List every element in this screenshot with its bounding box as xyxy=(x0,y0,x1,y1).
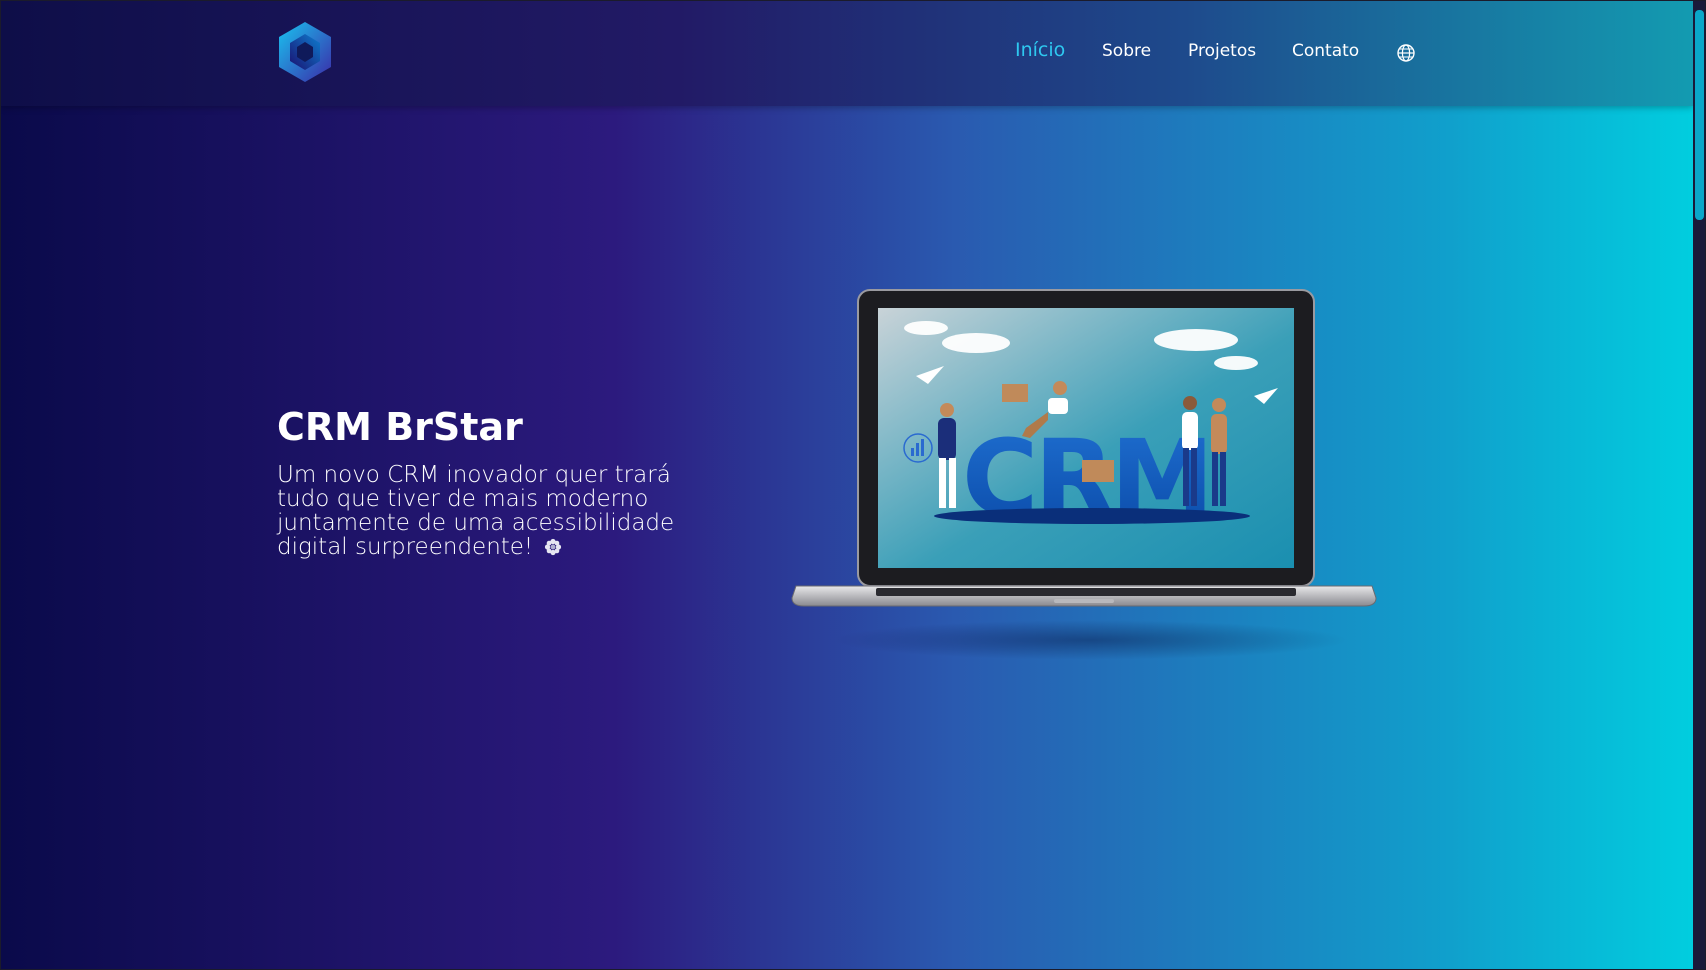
nav-item-sobre[interactable]: Sobre xyxy=(1102,41,1151,61)
globe-icon[interactable] xyxy=(1396,43,1416,63)
nav-item-projetos[interactable]: Projetos xyxy=(1188,41,1256,61)
laptop-illustration: CRM xyxy=(791,289,1377,607)
hero-description-line-4: digital surpreendente! xyxy=(277,534,534,560)
nav-item-contato[interactable]: Contato xyxy=(1292,41,1359,61)
hero-description-line-3: juntamente de uma acessibilidade xyxy=(277,510,675,536)
hero-description: Um novo CRM inovador quer trará tudo que… xyxy=(277,463,717,559)
nav-item-inicio[interactable]: Início xyxy=(1015,39,1065,61)
laptop-shadow xyxy=(830,620,1350,660)
scrollbar-track[interactable] xyxy=(1693,0,1706,970)
scrollbar-thumb[interactable] xyxy=(1695,10,1704,220)
hero-description-line-1: Um novo CRM inovador quer trará xyxy=(277,462,671,488)
flower-icon xyxy=(545,538,562,556)
hero-description-line-2: tudo que tiver de mais moderno xyxy=(277,486,649,512)
top-navbar: Início Sobre Projetos Contato xyxy=(0,0,1693,106)
hero-title: CRM BrStar xyxy=(277,405,523,449)
logo-hexagon-icon[interactable] xyxy=(276,20,334,84)
